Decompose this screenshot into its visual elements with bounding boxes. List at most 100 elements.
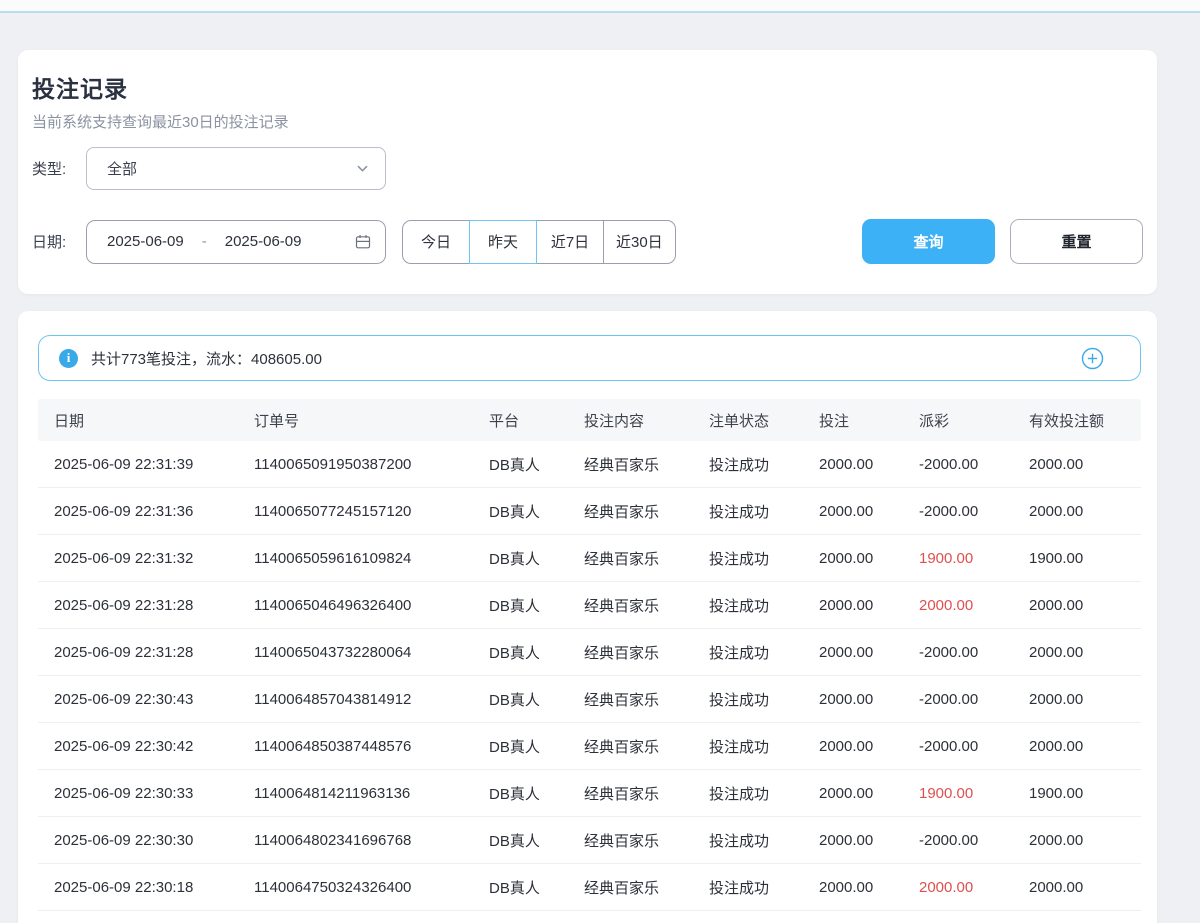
cell-payout: 1900.00	[903, 785, 1013, 802]
cell-date: 2025-06-09 22:30:30	[38, 832, 238, 849]
cell-order-number: 1140064850387448576	[238, 738, 473, 755]
type-label: 类型:	[32, 158, 76, 179]
bet-records-table: 日期订单号平台投注内容注单状态投注派彩有效投注额 2025-06-09 22:3…	[38, 399, 1141, 911]
cell-bet-content: 经典百家乐	[568, 548, 693, 569]
cell-status: 投注成功	[693, 877, 803, 898]
filter-actions: 查询 重置	[862, 219, 1143, 264]
cell-status: 投注成功	[693, 548, 803, 569]
cell-platform: DB真人	[473, 736, 568, 757]
cell-order-number: 1140065046496326400	[238, 597, 473, 614]
cell-bet-amount: 2000.00	[803, 879, 903, 896]
column-header: 有效投注额	[1013, 410, 1141, 431]
cell-bet-content: 经典百家乐	[568, 501, 693, 522]
table-body: 2025-06-09 22:31:39 1140065091950387200 …	[38, 441, 1141, 911]
cell-order-number: 1140065091950387200	[238, 456, 473, 473]
cell-payout: 1900.00	[903, 550, 1013, 567]
cell-platform: DB真人	[473, 830, 568, 851]
quick-range-button[interactable]: 近30日	[603, 220, 676, 264]
cell-platform: DB真人	[473, 454, 568, 475]
column-header: 派彩	[903, 410, 1013, 431]
table-row: 2025-06-09 22:30:42 1140064850387448576 …	[38, 723, 1141, 770]
cell-status: 投注成功	[693, 501, 803, 522]
column-header: 平台	[473, 410, 568, 431]
date-filter-row: 日期: 2025-06-09 - 2025-06-09 今日昨天近7日近30日 …	[32, 219, 1143, 264]
table-row: 2025-06-09 22:30:30 1140064802341696768 …	[38, 817, 1141, 864]
cell-bet-content: 经典百家乐	[568, 689, 693, 710]
cell-bet-content: 经典百家乐	[568, 736, 693, 757]
cell-payout: 2000.00	[903, 879, 1013, 896]
quick-range-button[interactable]: 今日	[402, 220, 470, 264]
cell-valid-amount: 2000.00	[1013, 644, 1141, 661]
cell-platform: DB真人	[473, 642, 568, 663]
filter-card: 投注记录 当前系统支持查询最近30日的投注记录 类型: 全部 日期: 2025-…	[18, 50, 1157, 294]
cell-payout: 2000.00	[903, 597, 1013, 614]
cell-date: 2025-06-09 22:31:32	[38, 550, 238, 567]
cell-date: 2025-06-09 22:30:18	[38, 879, 238, 896]
date-start-value: 2025-06-09	[107, 233, 184, 250]
date-label: 日期:	[32, 231, 76, 252]
top-strip	[0, 0, 1200, 11]
cell-order-number: 1140065077245157120	[238, 503, 473, 520]
cell-date: 2025-06-09 22:30:43	[38, 691, 238, 708]
cell-status: 投注成功	[693, 642, 803, 663]
cell-payout: -2000.00	[903, 503, 1013, 520]
date-range-separator: -	[202, 233, 207, 250]
cell-order-number: 1140065059616109824	[238, 550, 473, 567]
column-header: 投注	[803, 410, 903, 431]
column-header: 订单号	[238, 410, 473, 431]
cell-order-number: 1140064802341696768	[238, 832, 473, 849]
cell-bet-content: 经典百家乐	[568, 454, 693, 475]
cell-bet-content: 经典百家乐	[568, 783, 693, 804]
summary-text: 共计773笔投注，流水：408605.00	[91, 348, 322, 369]
quick-range-button[interactable]: 昨天	[469, 220, 537, 264]
plus-circle-icon[interactable]	[1081, 347, 1104, 370]
cell-valid-amount: 1900.00	[1013, 785, 1141, 802]
table-row: 2025-06-09 22:31:36 1140065077245157120 …	[38, 488, 1141, 535]
cell-order-number: 1140065043732280064	[238, 644, 473, 661]
calendar-icon	[355, 234, 371, 250]
chevron-down-icon	[356, 162, 369, 175]
cell-payout: -2000.00	[903, 691, 1013, 708]
cell-order-number: 1140064857043814912	[238, 691, 473, 708]
cell-valid-amount: 2000.00	[1013, 456, 1141, 473]
cell-date: 2025-06-09 22:31:39	[38, 456, 238, 473]
reset-button[interactable]: 重置	[1010, 219, 1143, 264]
table-row: 2025-06-09 22:30:18 1140064750324326400 …	[38, 864, 1141, 911]
page: 投注记录 当前系统支持查询最近30日的投注记录 类型: 全部 日期: 2025-…	[0, 0, 1200, 923]
cell-valid-amount: 2000.00	[1013, 738, 1141, 755]
cell-bet-content: 经典百家乐	[568, 642, 693, 663]
cell-bet-content: 经典百家乐	[568, 595, 693, 616]
quick-range-button[interactable]: 近7日	[536, 220, 604, 264]
cell-valid-amount: 2000.00	[1013, 691, 1141, 708]
cell-bet-amount: 2000.00	[803, 503, 903, 520]
cell-status: 投注成功	[693, 830, 803, 851]
info-icon: i	[59, 349, 78, 368]
cell-bet-amount: 2000.00	[803, 644, 903, 661]
cell-status: 投注成功	[693, 454, 803, 475]
cell-valid-amount: 2000.00	[1013, 879, 1141, 896]
cell-order-number: 1140064750324326400	[238, 879, 473, 896]
table-row: 2025-06-09 22:30:33 1140064814211963136 …	[38, 770, 1141, 817]
cell-bet-amount: 2000.00	[803, 785, 903, 802]
type-select-value: 全部	[107, 158, 356, 179]
cell-bet-amount: 2000.00	[803, 456, 903, 473]
table-row: 2025-06-09 22:30:43 1140064857043814912 …	[38, 676, 1141, 723]
cell-payout: -2000.00	[903, 738, 1013, 755]
cell-date: 2025-06-09 22:31:36	[38, 503, 238, 520]
table-row: 2025-06-09 22:31:32 1140065059616109824 …	[38, 535, 1141, 582]
type-select[interactable]: 全部	[86, 147, 386, 190]
quick-range-group: 今日昨天近7日近30日	[402, 220, 676, 264]
date-range-input[interactable]: 2025-06-09 - 2025-06-09	[86, 220, 386, 264]
cell-status: 投注成功	[693, 689, 803, 710]
cell-bet-amount: 2000.00	[803, 597, 903, 614]
cell-valid-amount: 2000.00	[1013, 597, 1141, 614]
table-row: 2025-06-09 22:31:28 1140065046496326400 …	[38, 582, 1141, 629]
page-title: 投注记录	[32, 70, 1143, 104]
results-card: i 共计773笔投注，流水：408605.00 日期订单号平台投注内容注单状态投…	[18, 311, 1157, 923]
cell-date: 2025-06-09 22:30:33	[38, 785, 238, 802]
cell-order-number: 1140064814211963136	[238, 785, 473, 802]
table-row: 2025-06-09 22:31:28 1140065043732280064 …	[38, 629, 1141, 676]
query-button[interactable]: 查询	[862, 219, 995, 264]
cell-bet-amount: 2000.00	[803, 691, 903, 708]
cell-payout: -2000.00	[903, 456, 1013, 473]
